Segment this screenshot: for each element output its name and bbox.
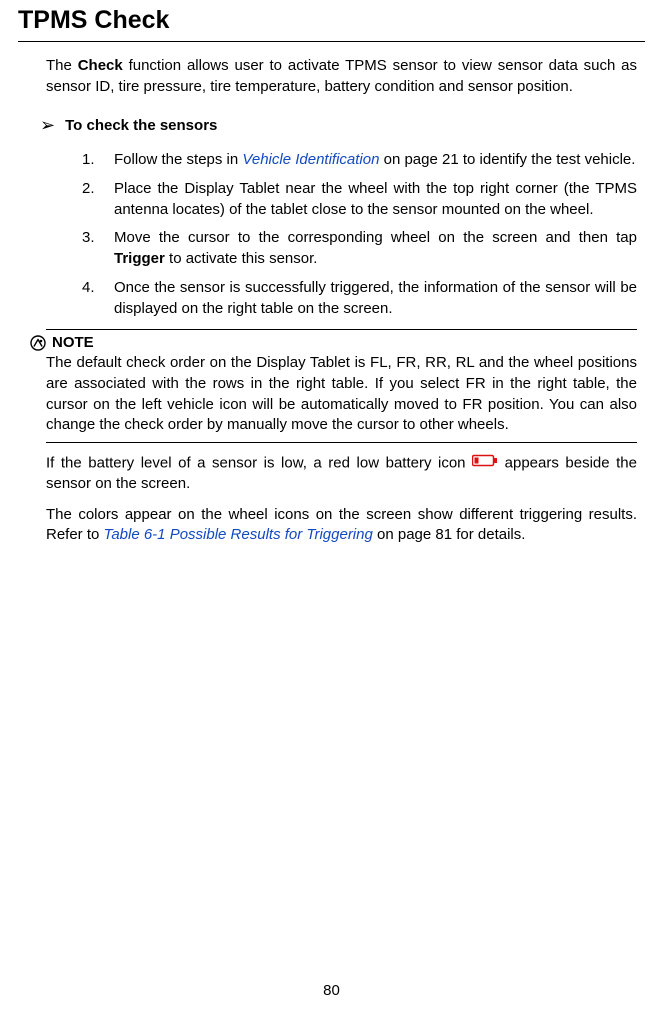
list-item: 3. Move the cursor to the corresponding … bbox=[82, 228, 637, 269]
table-6-1-link[interactable]: Table 6-1 Possible Results for Triggerin… bbox=[104, 526, 373, 543]
step3-post: to activate this sensor. bbox=[165, 250, 318, 267]
note-label: NOTE bbox=[52, 334, 94, 351]
intro-check-word: Check bbox=[78, 57, 123, 74]
step1-post: on page 21 to identify the test vehicle. bbox=[379, 151, 635, 168]
step-body: Move the cursor to the corresponding whe… bbox=[114, 228, 637, 269]
note-icon bbox=[30, 335, 46, 351]
list-item: 2. Place the Display Tablet near the whe… bbox=[82, 179, 637, 220]
step-number: 2. bbox=[82, 179, 114, 220]
steps-list: 1. Follow the steps in Vehicle Identific… bbox=[82, 150, 637, 319]
note-body: The default check order on the Display T… bbox=[46, 353, 637, 436]
note-heading: NOTE bbox=[30, 334, 645, 351]
section-heading-text: To check the sensors bbox=[65, 117, 217, 134]
intro-paragraph: The Check function allows user to activa… bbox=[46, 56, 637, 97]
intro-a: The bbox=[46, 57, 78, 74]
battery-pre: If the battery level of a sensor is low,… bbox=[46, 454, 472, 471]
section-heading: ➢ To check the sensors bbox=[40, 115, 645, 136]
step3-pre: Move the cursor to the corresponding whe… bbox=[114, 229, 637, 246]
step-number: 1. bbox=[82, 150, 114, 171]
colors-post: on page 81 for details. bbox=[373, 526, 526, 543]
low-battery-icon bbox=[472, 453, 498, 474]
intro-c: function allows user to activate TPMS se… bbox=[46, 57, 637, 95]
vehicle-identification-link[interactable]: Vehicle Identification bbox=[242, 151, 379, 168]
step-number: 4. bbox=[82, 278, 114, 319]
colors-paragraph: The colors appear on the wheel icons on … bbox=[46, 505, 637, 546]
divider bbox=[46, 329, 637, 330]
battery-paragraph: If the battery level of a sensor is low,… bbox=[46, 453, 637, 495]
step-body: Place the Display Tablet near the wheel … bbox=[114, 179, 637, 220]
arrow-icon: ➢ bbox=[40, 115, 55, 136]
step1-pre: Follow the steps in bbox=[114, 151, 242, 168]
trigger-word: Trigger bbox=[114, 250, 165, 267]
divider bbox=[46, 442, 637, 443]
list-item: 4. Once the sensor is successfully trigg… bbox=[82, 278, 637, 319]
step-body: Once the sensor is successfully triggere… bbox=[114, 278, 637, 319]
page-title: TPMS Check bbox=[18, 0, 645, 42]
step-number: 3. bbox=[82, 228, 114, 269]
page-number: 80 bbox=[0, 982, 663, 999]
step-body: Follow the steps in Vehicle Identificati… bbox=[114, 150, 637, 171]
list-item: 1. Follow the steps in Vehicle Identific… bbox=[82, 150, 637, 171]
